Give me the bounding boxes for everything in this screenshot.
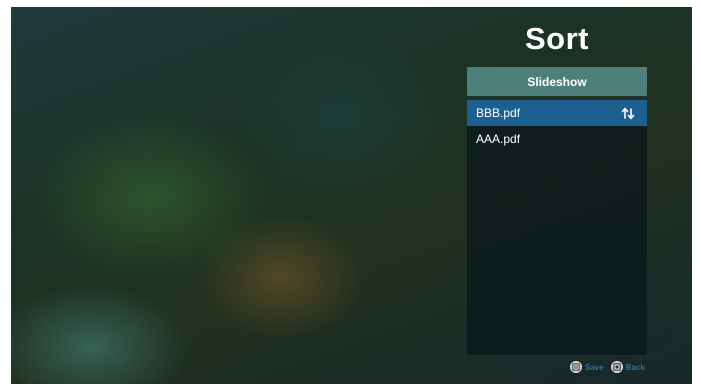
file-item-label: AAA.pdf <box>476 132 521 146</box>
back-hint-label[interactable]: Back <box>626 363 645 372</box>
footer-hints: Save Back <box>570 360 652 374</box>
sort-panel: Sort Slideshow BBB.pdf AAA.pdf Save Back <box>466 7 648 384</box>
sort-arrows-icon[interactable] <box>621 106 635 120</box>
screen-background: Sort Slideshow BBB.pdf AAA.pdf Save Back <box>11 7 692 384</box>
file-item-bbb[interactable]: BBB.pdf <box>467 100 647 126</box>
page-title: Sort <box>525 21 589 56</box>
file-item-label: BBB.pdf <box>476 106 521 120</box>
save-key-icon <box>570 361 582 373</box>
file-list: BBB.pdf AAA.pdf <box>467 100 647 355</box>
slideshow-button[interactable]: Slideshow <box>467 67 647 96</box>
back-key-icon <box>610 361 623 373</box>
save-hint-label[interactable]: Save <box>585 363 604 372</box>
file-item-aaa[interactable]: AAA.pdf <box>467 126 647 152</box>
